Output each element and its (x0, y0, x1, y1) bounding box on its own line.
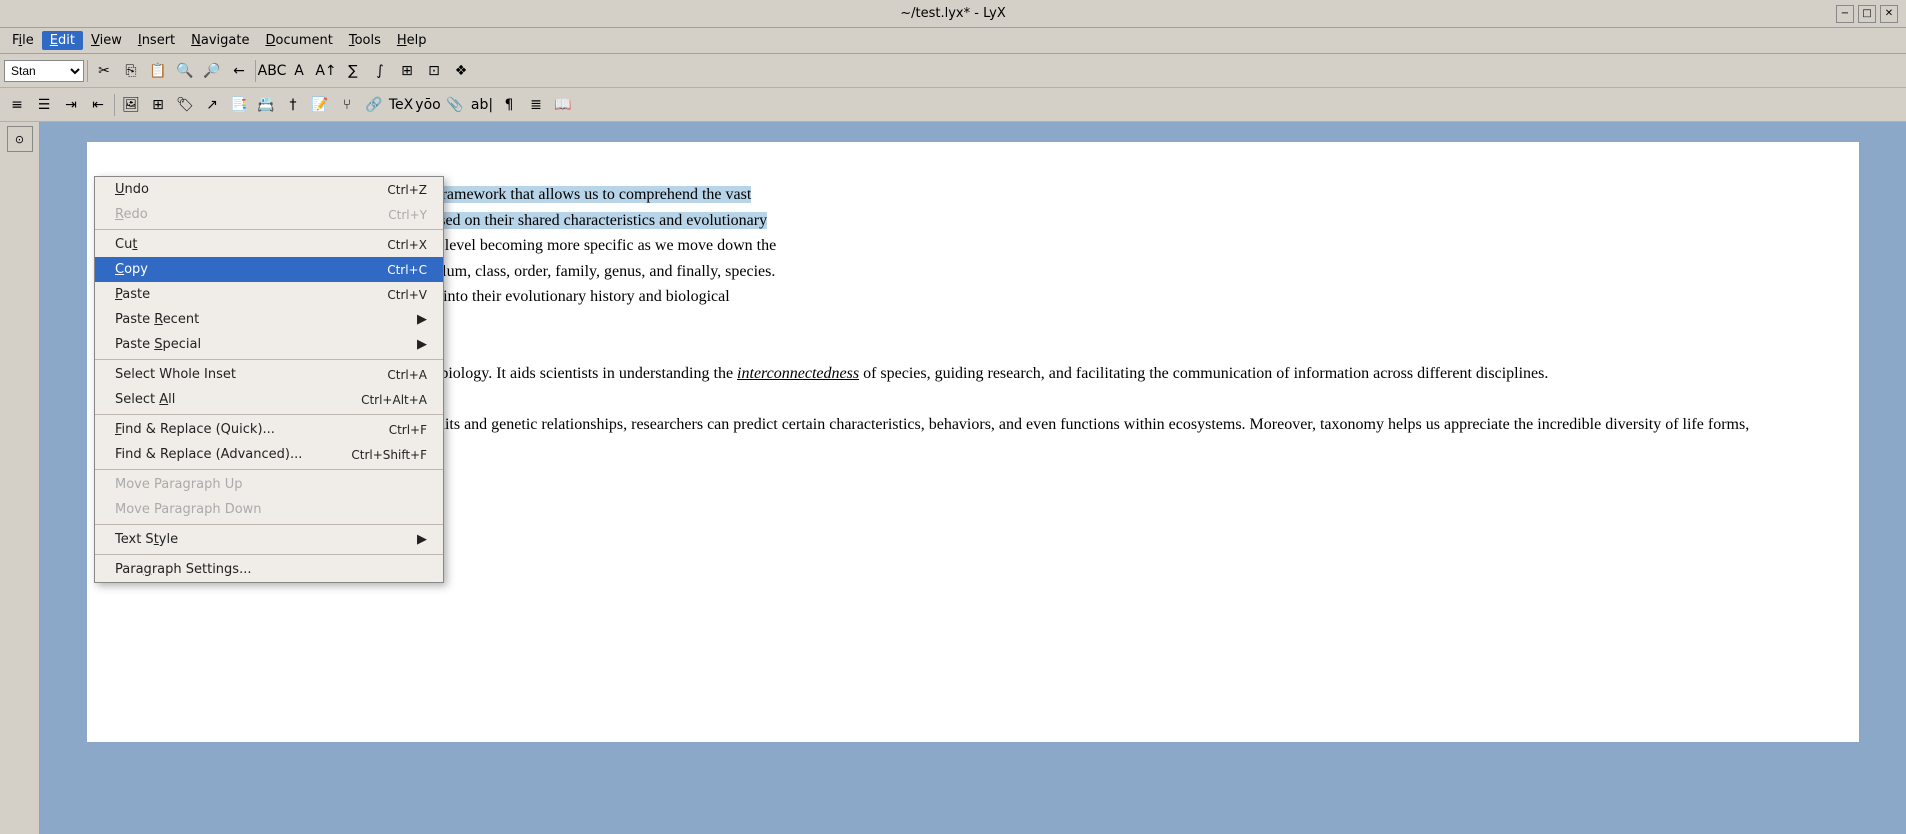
ref-button[interactable]: ↗ (199, 92, 225, 118)
index-button[interactable]: 📇 (253, 92, 279, 118)
nomencl-button[interactable]: yōo (415, 92, 441, 118)
menu-select-whole-inset[interactable]: Select Whole Inset Ctrl+A (95, 362, 443, 387)
menu-move-para-down[interactable]: Move Paragraph Down (95, 497, 443, 522)
label-button[interactable]: 🏷 (172, 92, 198, 118)
menu-view[interactable]: View (83, 31, 130, 50)
menu-paste-recent[interactable]: Paste Recent ▶ (95, 307, 443, 332)
side-toggle[interactable]: ⊙ (7, 126, 33, 152)
titlebar-title: ~/test.lyx* - LyX (900, 6, 1005, 21)
menu-find-quick[interactable]: Find & Replace (Quick)... Ctrl+F (95, 417, 443, 442)
titlebar: ~/test.lyx* - LyX − □ ✕ (0, 0, 1906, 28)
interconnectedness-link[interactable]: interconnectedness (737, 365, 859, 382)
menu-document[interactable]: Document (257, 31, 340, 50)
find-button[interactable]: 🔍 (172, 58, 198, 84)
menu-redo[interactable]: Redo Ctrl+Y (95, 202, 443, 227)
indent-more-button[interactable]: ⇥ (58, 92, 84, 118)
divider1 (95, 229, 443, 230)
menu-help[interactable]: Help (389, 31, 435, 50)
menu-text-style[interactable]: Text Style ▶ (95, 527, 443, 552)
menu-move-para-up[interactable]: Move Paragraph Up (95, 472, 443, 497)
menu-copy[interactable]: Copy Ctrl+C (95, 257, 443, 282)
toc-button[interactable]: ¶ (496, 92, 522, 118)
toolbar-format: ≡ ☰ ⇥ ⇤ 🖼 ⊞ 🏷 ↗ 📑 📇 † 📝 ⑂ 🔗 TeX yōo 📎 ab… (0, 88, 1906, 122)
spell2-button[interactable]: ab| (469, 92, 495, 118)
spellcheck-button[interactable]: ABC (259, 58, 285, 84)
window-controls: − □ ✕ (1836, 5, 1898, 23)
zoom-button[interactable]: 🔎 (199, 58, 225, 84)
menu-undo[interactable]: Undo Ctrl+Z (95, 177, 443, 202)
menu-file[interactable]: File (4, 31, 42, 50)
toolbar-main: Stan Standard ✂ ⎘ 📋 🔍 🔎 ← ABC A A↑ ∑ ∫ ⊞… (0, 54, 1906, 88)
cut-button[interactable]: ✂ (91, 58, 117, 84)
menu-tools[interactable]: Tools (341, 31, 389, 50)
divider6 (95, 554, 443, 555)
math-button[interactable]: ∑ (340, 58, 366, 84)
hyperlink-button[interactable]: 🔗 (361, 92, 387, 118)
divider2 (95, 359, 443, 360)
separator3 (114, 94, 115, 116)
maximize-button[interactable]: □ (1858, 5, 1876, 23)
menu-paste[interactable]: Paste Ctrl+V (95, 282, 443, 307)
attach-button[interactable]: 📎 (442, 92, 468, 118)
note-button[interactable]: 📝 (307, 92, 333, 118)
insert-figure-button[interactable]: 🖼 (118, 92, 144, 118)
divider3 (95, 414, 443, 415)
insert-table-button[interactable]: ⊞ (145, 92, 171, 118)
divider5 (95, 524, 443, 525)
branch-button[interactable]: ⑂ (334, 92, 360, 118)
paragraph-style-select[interactable]: Stan Standard (4, 60, 84, 82)
menu-cut[interactable]: Cut Ctrl+X (95, 232, 443, 257)
layout-area: ⊙ Undo Ctrl+Z Redo Ctrl+Y Cut Ctrl+X Cop… (0, 122, 1906, 834)
footnote-button[interactable]: † (280, 92, 306, 118)
separator (87, 60, 88, 82)
outline-button[interactable]: ≣ (523, 92, 549, 118)
menu-select-all[interactable]: Select All Ctrl+Alt+A (95, 387, 443, 412)
menu-paragraph-settings[interactable]: Paragraph Settings... (95, 557, 443, 582)
menu-find-advanced[interactable]: Find & Replace (Advanced)... Ctrl+Shift+… (95, 442, 443, 467)
fontsize-button[interactable]: A↑ (313, 58, 339, 84)
menu-paste-special[interactable]: Paste Special ▶ (95, 332, 443, 357)
align-center-button[interactable]: ☰ (31, 92, 57, 118)
separator2 (255, 60, 256, 82)
minimize-button[interactable]: − (1836, 5, 1854, 23)
more2-button[interactable]: ❖ (448, 58, 474, 84)
side-panel: ⊙ (0, 122, 40, 834)
copy-button[interactable]: ⎘ (118, 58, 144, 84)
menubar: File Edit View Insert Navigate Document … (0, 28, 1906, 54)
menu-edit[interactable]: Edit (42, 31, 83, 50)
menu-navigate[interactable]: Navigate (183, 31, 257, 50)
menu-insert[interactable]: Insert (130, 31, 183, 50)
more1-button[interactable]: ⊡ (421, 58, 447, 84)
cite-button[interactable]: 📑 (226, 92, 252, 118)
close-button[interactable]: ✕ (1880, 5, 1898, 23)
view-toggle-button[interactable]: 📖 (550, 92, 576, 118)
document-area[interactable]: Undo Ctrl+Z Redo Ctrl+Y Cut Ctrl+X Copy … (40, 122, 1906, 834)
tex-button[interactable]: TeX (388, 92, 414, 118)
indent-less-button[interactable]: ⇤ (85, 92, 111, 118)
edit-menu-dropdown: Undo Ctrl+Z Redo Ctrl+Y Cut Ctrl+X Copy … (94, 176, 444, 583)
paste-button[interactable]: 📋 (145, 58, 171, 84)
table-button[interactable]: ⊞ (394, 58, 420, 84)
font-button[interactable]: A (286, 58, 312, 84)
align-left-button[interactable]: ≡ (4, 92, 30, 118)
back-button[interactable]: ← (226, 58, 252, 84)
math2-button[interactable]: ∫ (367, 58, 393, 84)
divider4 (95, 469, 443, 470)
